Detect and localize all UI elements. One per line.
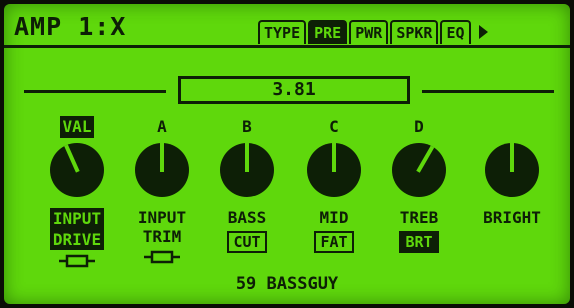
knob-label: INPUT TRIM [138,208,186,246]
triangle-right-icon[interactable] [478,25,488,39]
knob-label: BASS [228,208,267,227]
tab-pre[interactable]: PRE [308,20,348,44]
treb-knob[interactable] [389,140,449,200]
input-trim-knob[interactable] [132,140,192,200]
amp-screen: AMP 1:X TYPE PRE PWR SPKR EQ 3.81 VAL IN… [4,4,570,304]
bass-knob[interactable] [217,140,277,200]
tab-eq[interactable]: EQ [440,20,471,44]
knob-label-line: INPUT [49,208,105,229]
link-icon[interactable] [142,250,182,264]
cut-badge[interactable]: CUT [227,231,267,253]
page-title: AMP 1:X [14,12,127,41]
knob-column-bright: BRIGHT [469,116,555,227]
knob-column-treb: D TREB BRT [376,116,462,253]
tab-pwr[interactable]: PWR [349,20,389,44]
tab-spkr[interactable]: SPKR [390,20,439,44]
knob-column-input-trim: A INPUT TRIM [119,116,205,264]
knob-tag: C [329,117,339,136]
knob-tag: D [414,117,424,136]
knob-tag: A [157,117,167,136]
knob-tag [509,116,515,138]
knob-label-line: TRIM [142,227,182,246]
tab-type[interactable]: TYPE [258,20,307,44]
header-divider [4,45,570,48]
knob-label-line: INPUT [137,208,187,227]
knob-label: BRIGHT [483,208,541,227]
mid-knob[interactable] [304,140,364,200]
knob-label: INPUT DRIVE [49,208,105,250]
value-display: 3.81 [178,76,410,104]
link-icon[interactable] [57,254,97,268]
knob-label: MID [320,208,349,227]
knob-label-line: DRIVE [49,229,105,250]
fat-badge[interactable]: FAT [314,231,354,253]
knob-tag: VAL [59,116,95,138]
value-divider-right [422,90,554,93]
knob-label-line: MID [319,208,349,227]
knob-label-line: TREB [399,208,439,227]
input-drive-knob[interactable] [47,140,107,200]
knob-label: TREB [400,208,439,227]
tab-bar: TYPE PRE PWR SPKR EQ [258,18,488,44]
preset-name: 59 BASSGUY [235,274,339,294]
brt-badge[interactable]: BRT [399,231,439,253]
knob-label-line: BRIGHT [483,208,541,227]
knob-column-mid: C MID FAT [291,116,377,253]
knob-column-input-drive: VAL INPUT DRIVE [34,116,120,268]
knob-label-line: BASS [227,208,267,227]
value-divider-left [24,90,166,93]
bright-knob[interactable] [482,140,542,200]
knob-tag: B [242,117,252,136]
knob-column-bass: B BASS CUT [204,116,290,253]
